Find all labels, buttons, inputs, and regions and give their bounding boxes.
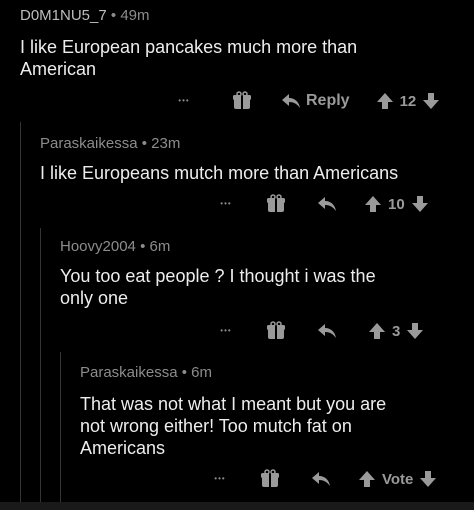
- downvote-arrow-icon[interactable]: [419, 470, 437, 488]
- comment-author[interactable]: Paraskaikessa: [40, 135, 138, 152]
- vote-score: 3: [392, 322, 401, 340]
- thread-line: [20, 122, 21, 510]
- comment-age: 6m: [191, 364, 212, 381]
- comment-meta: Paraskaikessa • 23m: [40, 135, 180, 152]
- comment-body: That was not what I meant but you are no…: [80, 393, 470, 459]
- vote-controls: 3: [368, 322, 424, 340]
- comment-age: 6m: [149, 238, 171, 255]
- more-options-icon[interactable]: •••: [174, 96, 194, 106]
- award-gift-icon[interactable]: [260, 469, 280, 489]
- comment-body: You too eat people ? I thought i was the…: [60, 265, 470, 309]
- vote-score: 10: [388, 195, 405, 213]
- comment-text-line: American: [20, 59, 97, 79]
- comment-text-line: I like Europeans mutch more than America…: [40, 163, 399, 183]
- downvote-arrow-icon[interactable]: [422, 92, 440, 110]
- downvote-arrow-icon[interactable]: [411, 195, 429, 213]
- vote-score: 12: [399, 92, 417, 110]
- comment-text-line: not wrong either! Too mutch fat on: [80, 416, 352, 436]
- reply-arrow-icon[interactable]: [310, 470, 332, 488]
- more-options-icon[interactable]: •••: [210, 474, 230, 484]
- more-options-icon[interactable]: •••: [216, 326, 236, 336]
- bottom-edge: [0, 502, 474, 510]
- comment-actions: ••• Vote: [210, 468, 437, 490]
- reply-label: Reply: [306, 92, 350, 109]
- comment-author[interactable]: Hoovy2004: [60, 238, 136, 255]
- comment-text-line: only one: [60, 288, 129, 308]
- more-options-icon[interactable]: •••: [216, 199, 236, 209]
- vote-controls: 12: [376, 92, 441, 110]
- comment-text-line: You too eat people ? I thought i was the: [60, 266, 376, 286]
- comment-age: 23m: [151, 135, 181, 152]
- comment-age: 49m: [120, 7, 150, 24]
- thread-line: [40, 228, 41, 510]
- comment-text-line: That was not what I meant but you are: [80, 394, 387, 414]
- reply-arrow-icon: [280, 92, 302, 110]
- comment-meta: D0M1NU5_7 • 49m: [20, 7, 150, 24]
- comment-4: Paraskaikessa • 6m That was not what I m…: [60, 352, 474, 502]
- comment-actions: ••• Reply 12: [174, 90, 440, 112]
- comment-meta: Paraskaikessa • 6m: [80, 364, 212, 381]
- comment-author[interactable]: D0M1NU5_7: [20, 7, 107, 24]
- comment-text-line: Americans: [80, 438, 166, 458]
- reply-button[interactable]: Reply: [280, 92, 350, 110]
- upvote-arrow-icon[interactable]: [358, 470, 376, 488]
- reply-arrow-icon[interactable]: [316, 322, 338, 340]
- comment-1: D0M1NU5_7 • 49m I like European pancakes…: [0, 0, 474, 122]
- upvote-arrow-icon[interactable]: [368, 322, 386, 340]
- award-gift-icon[interactable]: [266, 194, 286, 214]
- vote-controls: 10: [364, 195, 429, 213]
- comment-body: I like European pancakes much more than …: [20, 36, 460, 80]
- thread-line: [60, 352, 61, 502]
- downvote-arrow-icon[interactable]: [406, 322, 424, 340]
- meta-separator: •: [140, 238, 146, 255]
- meta-separator: •: [110, 7, 117, 24]
- comment-meta: Hoovy2004 • 6m: [60, 238, 170, 255]
- meta-separator: •: [141, 135, 147, 152]
- comment-actions: ••• 10: [216, 193, 429, 215]
- reply-arrow-icon[interactable]: [316, 195, 338, 213]
- comment-actions: ••• 3: [216, 320, 424, 342]
- comment-author[interactable]: Paraskaikessa: [80, 364, 178, 381]
- comment-body: I like Europeans mutch more than America…: [40, 162, 470, 184]
- meta-separator: •: [181, 364, 187, 381]
- comment-text-line: I like European pancakes much more than: [20, 37, 358, 57]
- vote-label: Vote: [382, 470, 414, 488]
- upvote-arrow-icon[interactable]: [364, 195, 382, 213]
- award-gift-icon[interactable]: [266, 321, 286, 341]
- upvote-arrow-icon[interactable]: [376, 92, 394, 110]
- vote-controls: Vote: [358, 470, 437, 488]
- award-gift-icon[interactable]: [232, 91, 252, 111]
